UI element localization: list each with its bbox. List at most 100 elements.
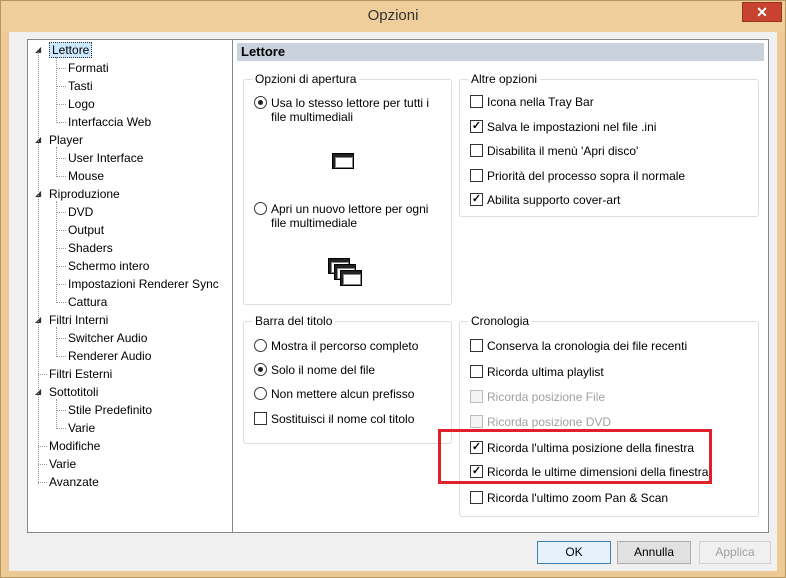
titolo-checkbox-label: Sostituisci il nome col titolo [271,412,415,426]
tree-item[interactable]: Player [49,131,83,149]
tree-connector [56,338,66,339]
tree-item-label: Cattura [68,295,108,309]
tree-connector [56,176,66,177]
dialog-client: Lettore ◢ Formati Tasti Logo Interfaccia Web P… [9,32,777,571]
group-apertura-title: Opzioni di apertura [252,72,360,86]
tree-item[interactable]: Riproduzione [49,185,120,203]
checkbox[interactable]: ✓ [470,119,483,133]
checkbox[interactable] [470,144,483,157]
tree-item[interactable]: Schermo intero [68,257,149,275]
tree-item[interactable]: Stile Predefinito [68,401,152,419]
tree-item-label: Interfaccia Web [68,115,152,129]
tree-branch-line [56,399,57,429]
tree-item[interactable]: Tasti [68,77,93,95]
checkbox[interactable] [470,365,483,378]
radio-button[interactable] [254,363,267,376]
tree-item-label: Stile Predefinito [68,403,153,417]
tree-item[interactable]: Varie [49,455,76,473]
tree-item-label: Player [49,133,84,147]
radio-same-player-button[interactable] [254,96,267,109]
radio-new-player-label: Apri un nuovo lettore per ogni file mult… [271,202,429,230]
group-titolo: Barra del titolo Mostra il percorso comp… [243,314,452,444]
checkbox [470,415,483,428]
tree-item-label: Lettore [49,42,93,58]
tree-item-label: Varie [68,421,96,435]
checkbox[interactable] [470,491,483,504]
tree-item[interactable]: Shaders [68,239,113,257]
radio-button[interactable] [254,339,267,352]
checkbox[interactable] [470,95,483,108]
tree-item[interactable]: User Interface [68,149,143,167]
tree-item[interactable]: Filtri Esterni [49,365,112,383]
tree-item[interactable]: Switcher Audio [68,329,147,347]
tree-connector [56,86,66,87]
tree-item[interactable]: Interfaccia Web [68,113,151,131]
tree-connector [56,104,66,105]
tree-item-label: Avanzate [49,475,99,489]
options-window: Opzioni ✕ Lettore ◢ Formati Tasti Logo Interf… [0,0,786,578]
tree-connector [56,284,66,285]
checkbox[interactable] [254,412,267,425]
cronologia-option-label: Ricorda posizione DVD [487,415,612,429]
close-button[interactable]: ✕ [742,2,782,22]
altre-option-label: Priorità del processo sopra il normale [487,168,686,183]
checkbox[interactable]: ✓ [470,193,483,206]
tree-connector [38,446,47,447]
single-window-icon [332,153,354,169]
radio-new-player-button[interactable] [254,202,267,215]
group-titolo-title: Barra del titolo [252,314,336,328]
tree-connector [56,302,66,303]
checkbox [470,390,483,403]
tree-item-label: Modifiche [49,439,101,453]
checkbox[interactable] [470,339,483,352]
altre-option-label: Salva le impostazioni nel file .ini [487,119,657,134]
tree-item[interactable]: Mouse [68,167,104,185]
tree-connector [56,68,66,69]
tree-branch-line [56,147,57,177]
tree-item-label: Riproduzione [49,187,120,201]
tree-connector [56,266,66,267]
cronologia-option-label: Ricorda ultima playlist [487,365,604,379]
tree-item[interactable]: Avanzate [49,473,99,491]
tree-item[interactable]: Modifiche [49,437,100,455]
tree-connector [56,356,66,357]
tree-connector [56,428,66,429]
tree-branch-line [56,201,57,303]
tree-item[interactable]: DVD [68,203,93,221]
tree-root-line [38,52,39,484]
radio-button[interactable] [254,387,267,400]
tree-item-label: Filtri Esterni [49,367,113,381]
tree-item-label: User Interface [68,151,144,165]
tree-connector [56,122,66,123]
tree-item[interactable]: Impostazioni Renderer Sync [68,275,219,293]
tree-item-label: Varie [49,457,77,471]
tree-item[interactable]: Filtri Interni [49,311,108,329]
radio-same-player-label: Usa lo stesso lettore per tutti i file m… [271,96,430,124]
tree-item-label: Switcher Audio [68,331,148,345]
tree-item[interactable]: Formati [68,59,109,77]
tree-item[interactable]: Output [68,221,104,239]
window-title: Opzioni [367,7,419,24]
tree-item[interactable]: Varie [68,419,95,437]
tree-item[interactable]: Renderer Audio [68,347,151,365]
cronologia-option-label: Ricorda l'ultimo zoom Pan & Scan [487,491,669,505]
group-cronologia: Cronologia Conserva la cronologia dei fi… [459,314,759,517]
titolo-radio-label: Solo il nome del file [271,363,376,377]
tree-item-label: Mouse [68,169,105,183]
cronologia-option-label: Ricorda posizione File [487,390,606,404]
page-title: Lettore [237,43,764,61]
apply-button[interactable]: Applica [699,541,771,564]
tree-branch-line [56,57,57,123]
altre-option-label: Abilita supporto cover-art [487,193,621,207]
tree-connector [38,374,47,375]
checkbox[interactable] [470,168,483,182]
group-apertura: Opzioni di apertura Usa lo stesso lettor… [243,72,452,305]
tree-item[interactable]: Logo [68,95,95,113]
cancel-button[interactable]: Annulla [617,541,691,564]
title-bar[interactable]: Opzioni ✕ [1,1,785,32]
options-tree[interactable]: Lettore ◢ Formati Tasti Logo Interfaccia Web P… [27,39,233,533]
tree-connector [56,248,66,249]
ok-button[interactable]: OK [537,541,611,564]
altre-option-label: Icona nella Tray Bar [487,95,594,109]
tree-item[interactable]: Cattura [68,293,107,311]
